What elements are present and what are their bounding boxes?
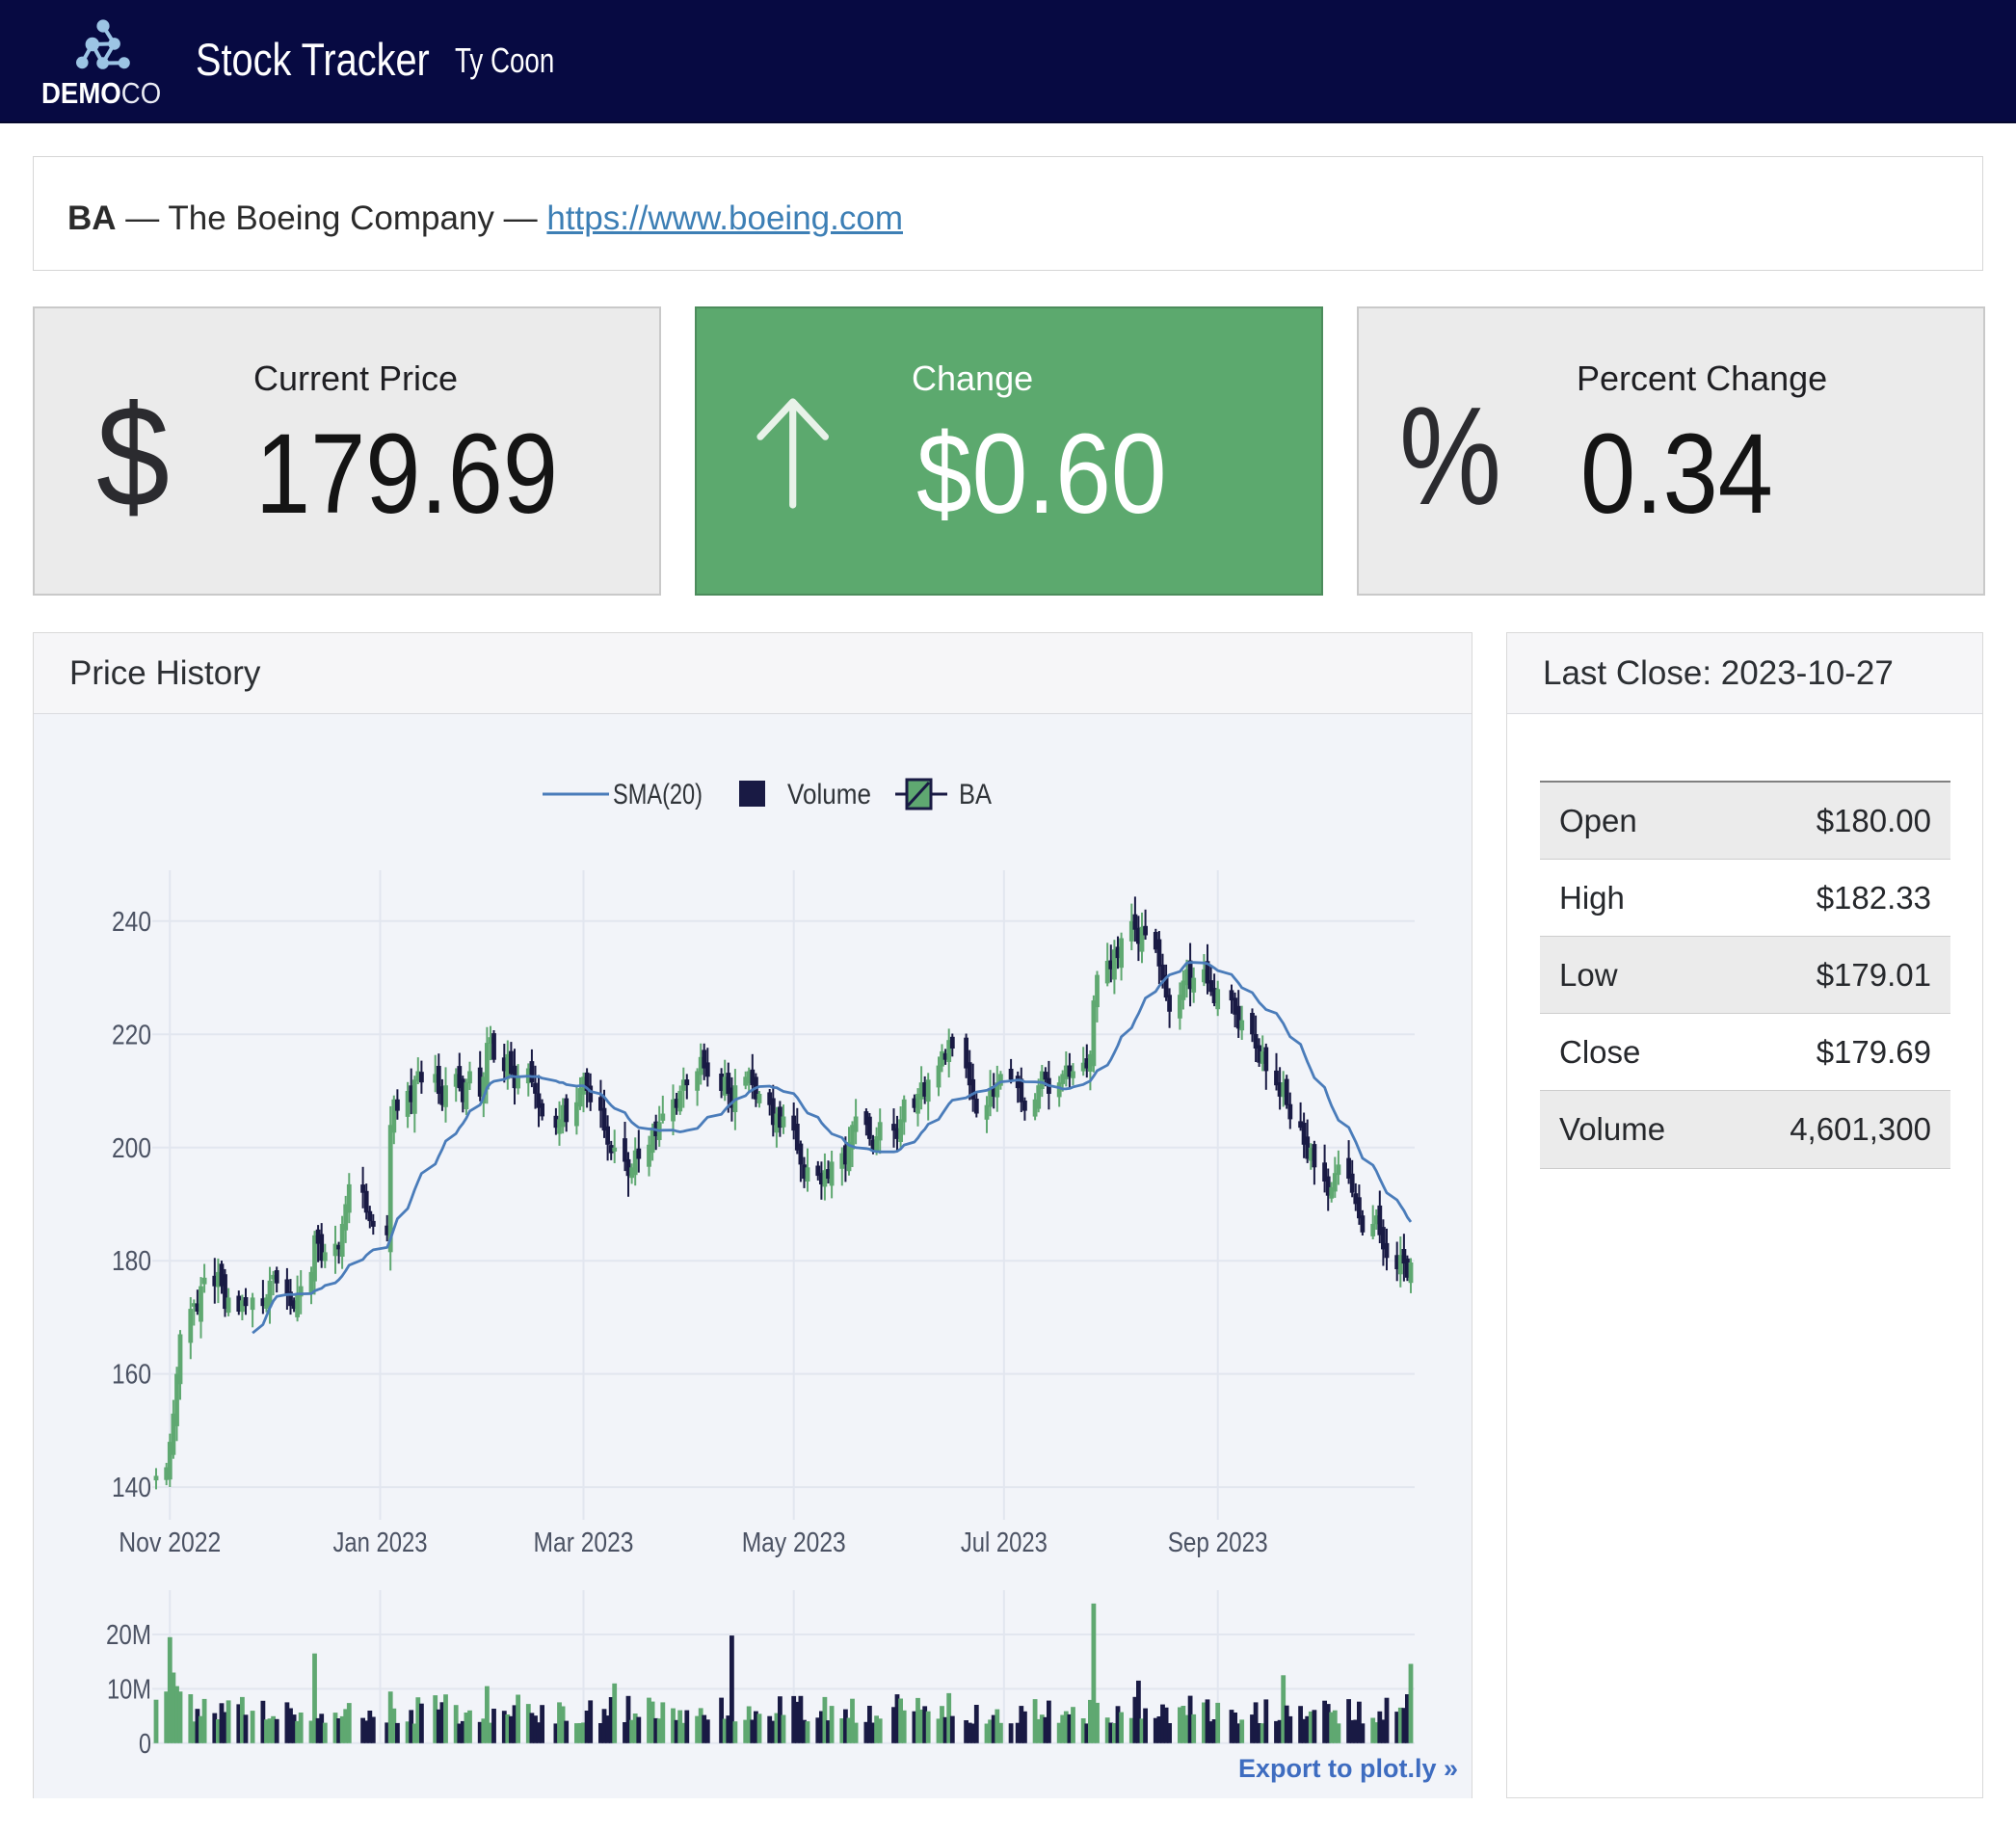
svg-text:Jul 2023: Jul 2023	[961, 1528, 1048, 1558]
svg-text:180: 180	[112, 1246, 151, 1277]
svg-text:BA: BA	[959, 779, 992, 810]
svg-text:10M: 10M	[107, 1674, 151, 1705]
svg-text:240: 240	[112, 907, 151, 938]
svg-text:Sep 2023: Sep 2023	[1168, 1528, 1268, 1558]
svg-text:0: 0	[139, 1729, 151, 1760]
svg-text:140: 140	[112, 1473, 151, 1503]
svg-text:Nov 2022: Nov 2022	[119, 1528, 221, 1558]
svg-text:Volume: Volume	[787, 779, 871, 810]
svg-text:200: 200	[112, 1133, 151, 1164]
svg-text:20M: 20M	[106, 1620, 151, 1651]
svg-text:160: 160	[112, 1360, 151, 1391]
svg-text:Mar 2023: Mar 2023	[534, 1528, 634, 1558]
svg-text:SMA(20): SMA(20)	[613, 779, 703, 810]
svg-text:220: 220	[112, 1020, 151, 1050]
svg-text:May 2023: May 2023	[742, 1528, 846, 1558]
svg-text:Jan 2023: Jan 2023	[333, 1528, 428, 1558]
